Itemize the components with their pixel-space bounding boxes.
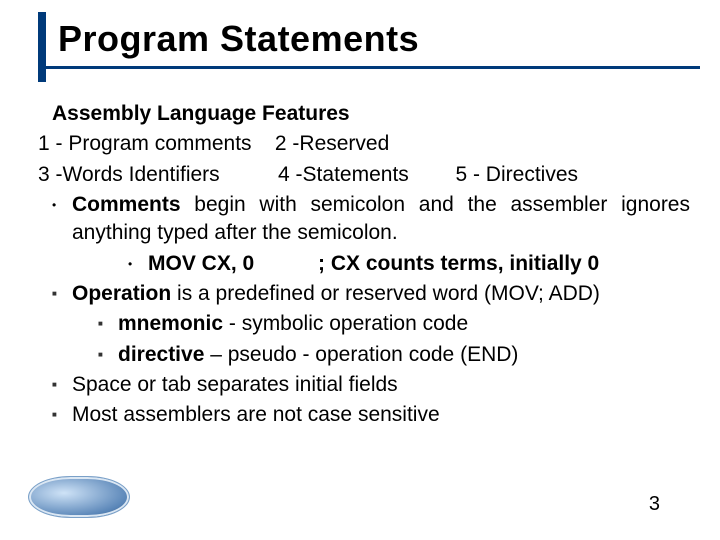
- bullet-mnemonic: ■ mnemonic - symbolic operation code: [98, 310, 690, 338]
- bullet-operation-text: Operation is a predefined or reserved wo…: [72, 280, 690, 308]
- item-1: 1 - Program comments: [38, 132, 252, 155]
- bullet-dot-icon: •: [52, 191, 72, 213]
- bullet-case-text: Most assemblers are not case sensitive: [72, 401, 690, 429]
- bullet-space: ■ Space or tab separates initial fields: [52, 371, 690, 399]
- slide: Program Statements Assembly Language Fea…: [0, 0, 720, 540]
- item-2: 2 -Reserved: [275, 132, 389, 155]
- bullet-square-icon: ■: [98, 341, 118, 361]
- bullet-mnemonic-text: mnemonic - symbolic operation code: [118, 310, 690, 338]
- bullet-space-text: Space or tab separates initial fields: [72, 371, 690, 399]
- operation-rest: is a predefined or reserved word (MOV; A…: [171, 282, 600, 305]
- bullet-comments-text: Comments begin with semicolon and the as…: [72, 191, 690, 248]
- bullet-directive: ■ directive – pseudo - operation code (E…: [98, 341, 690, 369]
- logo-icon: [28, 476, 130, 518]
- bullet-comments: • Comments begin with semicolon and the …: [52, 191, 690, 248]
- slide-title: Program Statements: [38, 12, 700, 60]
- bullet-square-icon: ■: [98, 310, 118, 330]
- bullet-square-icon: ■: [52, 401, 72, 421]
- directive-rest: – pseudo - operation code (END): [204, 343, 518, 366]
- item-4: 4 -Statements: [278, 163, 409, 186]
- item-3: 3 -Words Identifiers: [38, 163, 220, 186]
- mnemonic-bold: mnemonic: [118, 312, 223, 335]
- subheading: Assembly Language Features: [52, 100, 690, 128]
- title-block: Program Statements: [38, 12, 700, 69]
- example-instruction: MOV CX, 0: [148, 250, 318, 278]
- operation-bold: Operation: [72, 282, 171, 305]
- title-underline: [38, 66, 700, 69]
- mnemonic-rest: - symbolic operation code: [223, 312, 468, 335]
- bullet-square-icon: ■: [52, 371, 72, 391]
- bullet-operation: ■ Operation is a predefined or reserved …: [52, 280, 690, 308]
- bullet-example: • MOV CX, 0 ; CX counts terms, initially…: [128, 250, 690, 278]
- page-number: 3: [649, 493, 660, 516]
- numbered-line-1: 1 - Program comments 2 -Reserved: [38, 130, 690, 158]
- body-content: Assembly Language Features 1 - Program c…: [38, 100, 690, 432]
- directive-bold: directive: [118, 343, 204, 366]
- title-accent-bar: [38, 12, 46, 82]
- bullet-dot-icon: •: [128, 250, 148, 272]
- example-comment: ; CX counts terms, initially 0: [318, 250, 690, 278]
- bullet-square-icon: ■: [52, 280, 72, 300]
- bullet-case: ■ Most assemblers are not case sensitive: [52, 401, 690, 429]
- comments-bold: Comments: [72, 193, 181, 216]
- bullet-directive-text: directive – pseudo - operation code (END…: [118, 341, 690, 369]
- numbered-line-2: 3 -Words Identifiers 4 -Statements 5 - D…: [38, 161, 690, 189]
- item-5: 5 - Directives: [455, 163, 578, 186]
